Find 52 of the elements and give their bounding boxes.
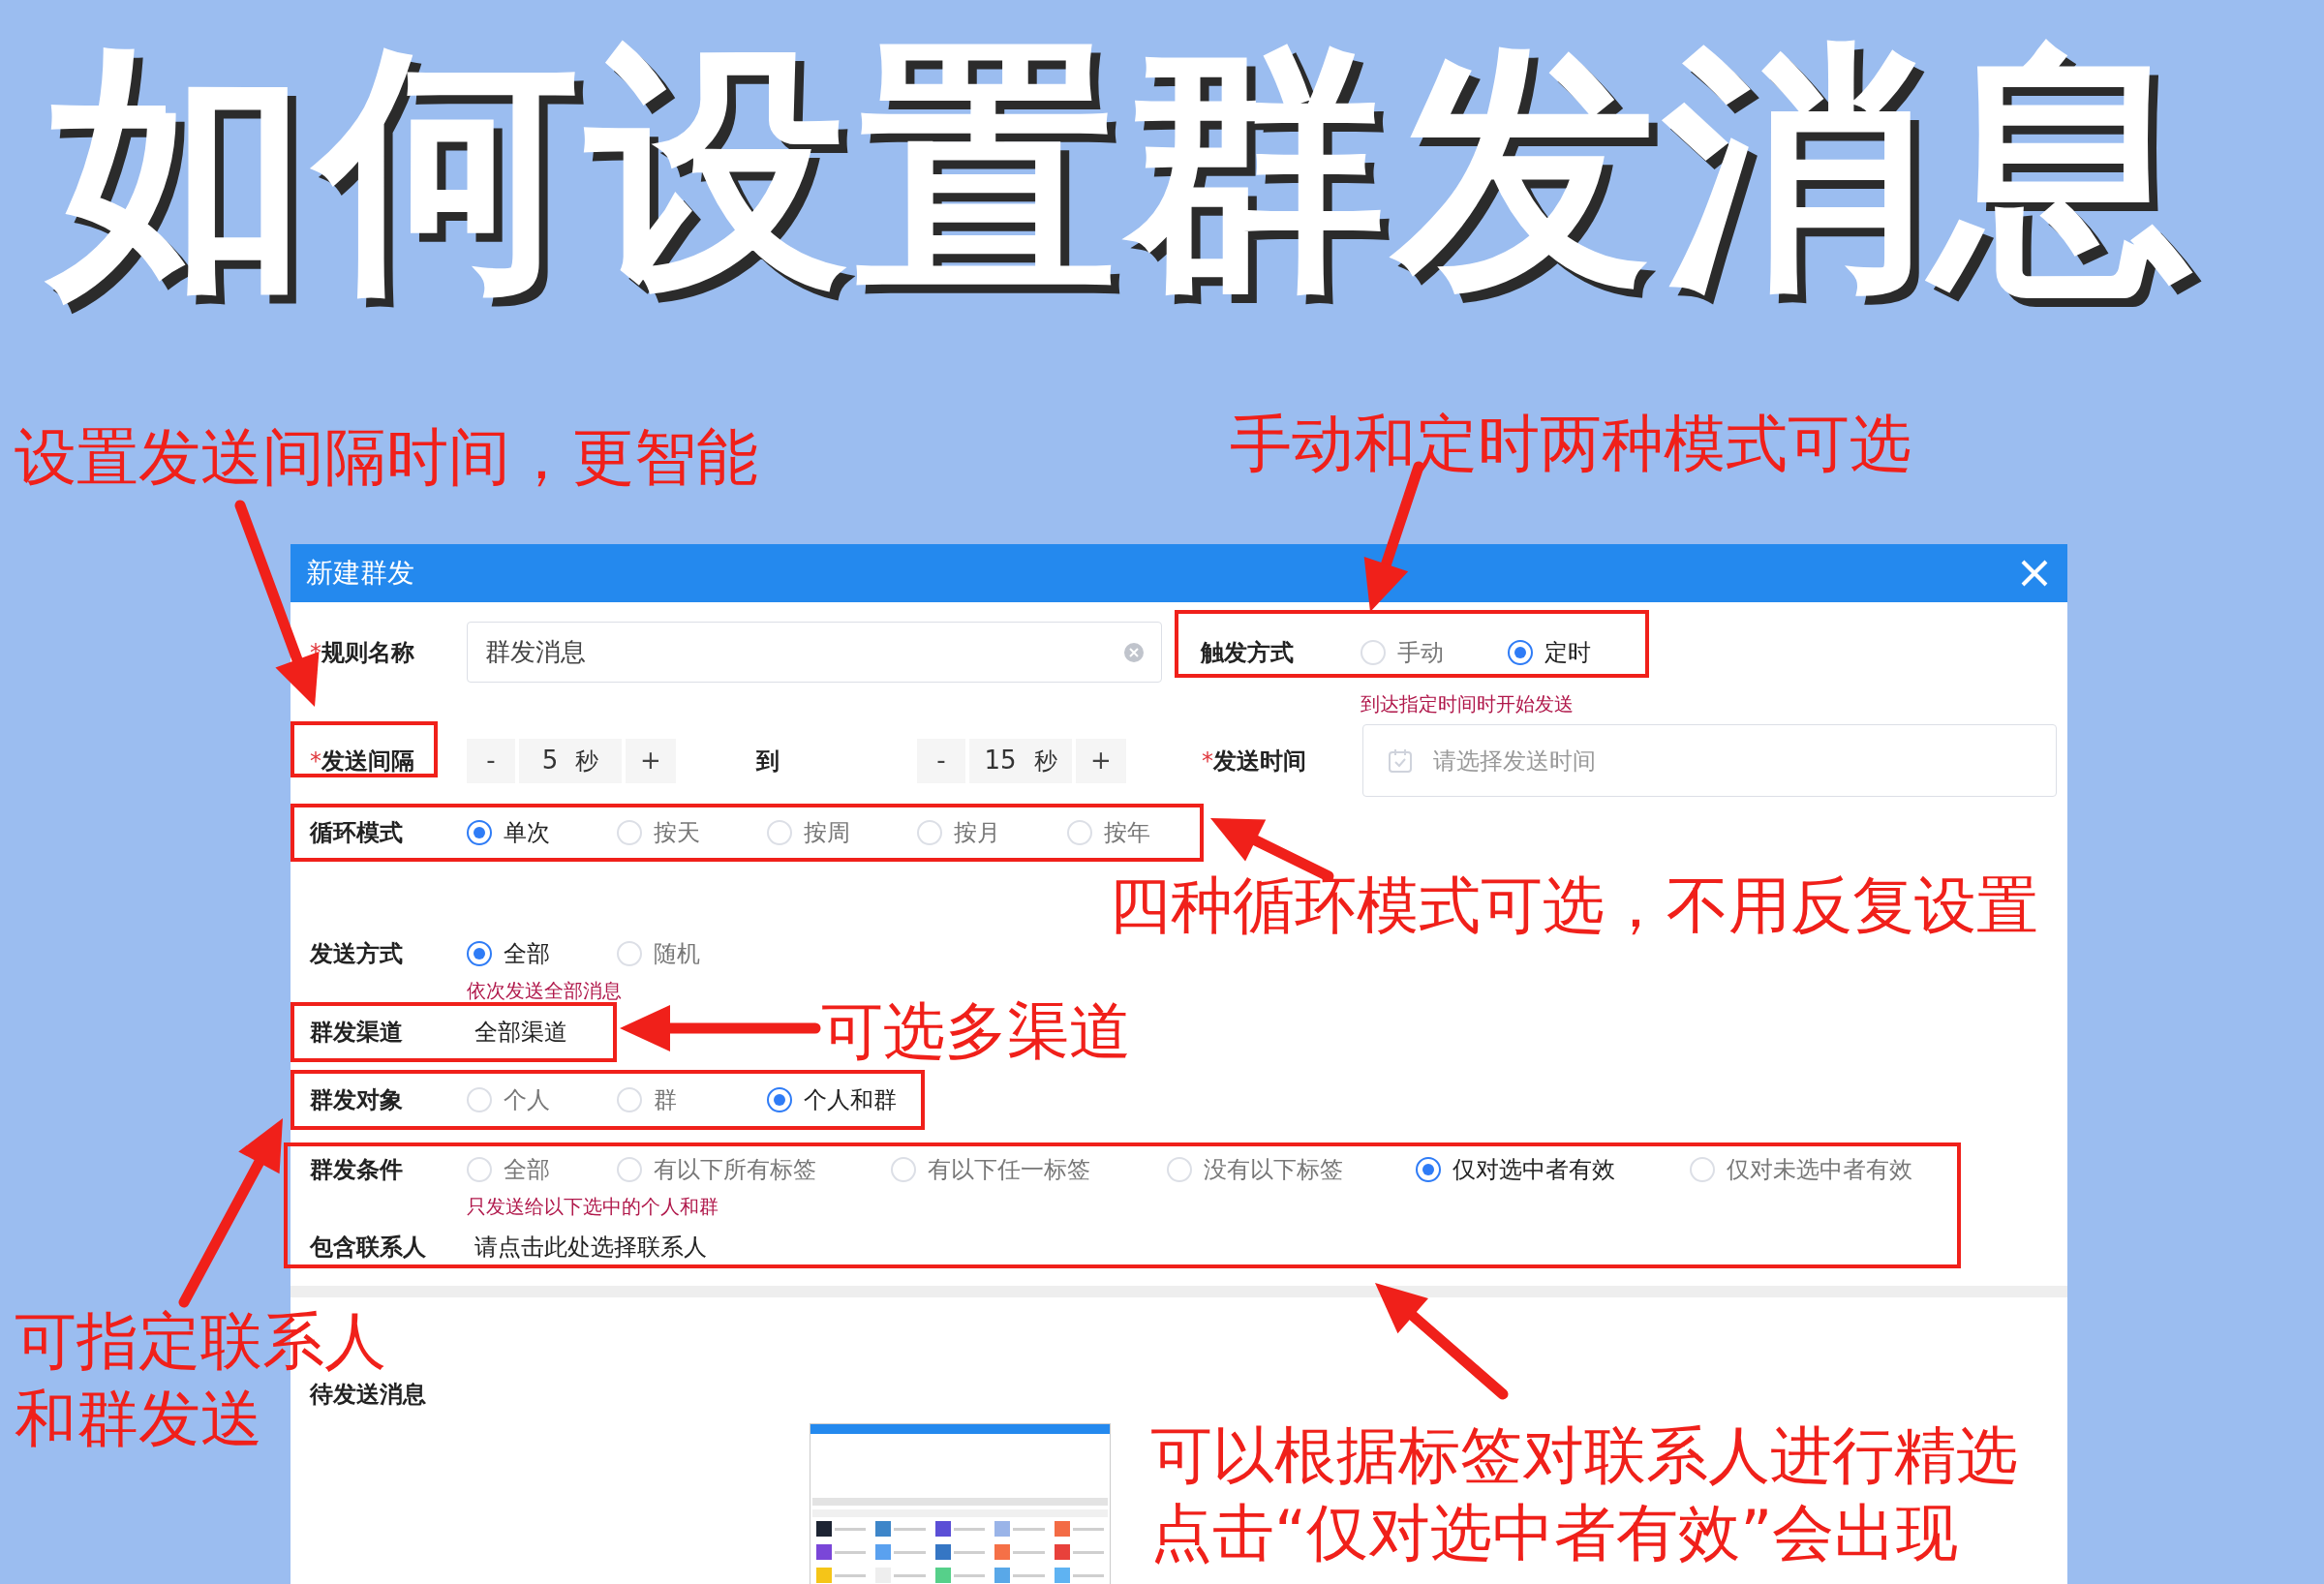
hint-text: 依次发送全部消息 bbox=[467, 977, 622, 1004]
radio-option[interactable]: 有以下任一标签 bbox=[891, 1151, 1167, 1187]
dialog-title: 新建群发 bbox=[306, 556, 414, 591]
radio-option[interactable]: 个人和群 bbox=[767, 1082, 917, 1117]
field-label: 发送方式 bbox=[310, 939, 403, 969]
radio-option[interactable]: 全部 bbox=[467, 936, 617, 971]
calendar-icon bbox=[1387, 746, 1414, 775]
radio-option[interactable]: 仅对未选中者有效 bbox=[1690, 1151, 1942, 1187]
annotation-text: 可以根据标签对联系人进行精选 bbox=[1150, 1418, 2018, 1493]
field-label: 群发渠道 bbox=[310, 1018, 403, 1048]
annotation-text: 点击“仅对选中者有效”会出现 bbox=[1150, 1496, 1959, 1570]
hint-text: 只发送给以下选中的个人和群 bbox=[467, 1194, 719, 1220]
field-label: *规则名称 bbox=[310, 637, 414, 668]
range-separator: 到 bbox=[756, 746, 780, 777]
field-label: *发送时间 bbox=[1202, 746, 1306, 777]
annotation-text: 设置发送间隔时间，更智能 bbox=[15, 420, 758, 495]
select-contacts-link[interactable]: 请点击此处选择联系人 bbox=[474, 1230, 707, 1264]
radio-option[interactable]: 单次 bbox=[467, 815, 617, 850]
hint-text: 到达指定时间时开始发送 bbox=[1361, 690, 1574, 717]
radio-option[interactable]: 仅对选中者有效 bbox=[1416, 1151, 1690, 1187]
radio-option[interactable]: 随机 bbox=[617, 936, 767, 971]
field-label: 群发对象 bbox=[310, 1085, 403, 1115]
radio-option[interactable]: 按天 bbox=[617, 815, 767, 850]
radio-option[interactable]: 按周 bbox=[767, 815, 917, 850]
annotation-text: 可指定联系人 bbox=[15, 1304, 386, 1379]
radio-option[interactable]: 没有以下标签 bbox=[1167, 1151, 1416, 1187]
radio-option[interactable]: 按年 bbox=[1067, 815, 1217, 850]
field-label: *发送间隔 bbox=[310, 746, 414, 777]
field-label: 群发条件 bbox=[310, 1154, 403, 1185]
annotation-text: 四种循环模式可选，不用反复设置 bbox=[1109, 868, 2038, 943]
number-field[interactable]: 5 秒 bbox=[519, 738, 622, 783]
radio-option[interactable]: 定时 bbox=[1508, 634, 1643, 670]
annotation-text: 可选多渠道 bbox=[821, 994, 1131, 1069]
radio-option[interactable]: 群 bbox=[617, 1082, 767, 1117]
minus-button[interactable]: - bbox=[467, 738, 515, 783]
radio-option[interactable]: 个人 bbox=[467, 1082, 617, 1117]
field-label: 包含联系人 bbox=[310, 1233, 426, 1263]
radio-option[interactable]: 有以下所有标签 bbox=[617, 1151, 891, 1187]
radio-option[interactable]: 手动 bbox=[1361, 634, 1508, 670]
annotation-text: 和群发送 bbox=[15, 1382, 262, 1456]
channel-value[interactable]: 全部渠道 bbox=[474, 1015, 567, 1050]
radio-option[interactable]: 全部 bbox=[467, 1151, 617, 1187]
number-field[interactable]: 15 秒 bbox=[969, 738, 1072, 783]
annotation-text: 手动和定时两种模式可选 bbox=[1230, 407, 1911, 481]
field-label: 触发方式 bbox=[1201, 637, 1294, 668]
rule-name-field[interactable]: 群发消息 bbox=[467, 622, 1162, 683]
field-label: 待发送消息 bbox=[310, 1380, 426, 1410]
plus-button[interactable]: + bbox=[1076, 738, 1126, 783]
plus-button[interactable]: + bbox=[626, 738, 676, 783]
minus-button[interactable]: - bbox=[917, 738, 965, 783]
radio-option[interactable]: 按月 bbox=[917, 815, 1067, 850]
field-label: 循环模式 bbox=[310, 818, 403, 848]
